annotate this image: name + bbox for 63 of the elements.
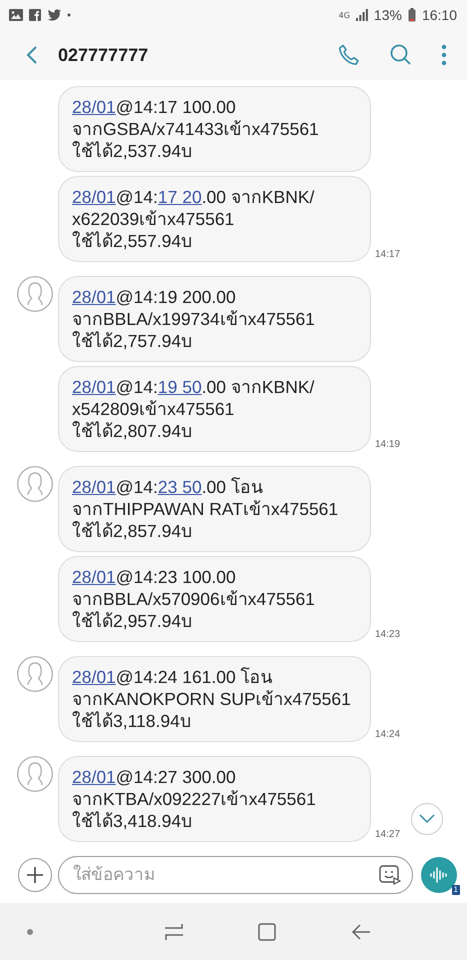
home-icon[interactable] — [258, 922, 276, 940]
dot-icon[interactable] — [26, 928, 34, 936]
message-time: 14:19 — [375, 439, 400, 450]
message-text: 28/01@14:17 20.00 จากKBNK/ x622039เข้าx475561 ใช้ได้2,557.94บ — [72, 186, 316, 252]
link[interactable]: 28/01 — [72, 287, 116, 307]
more-options-button[interactable] — [441, 44, 447, 66]
back-arrow-icon[interactable] — [350, 924, 371, 940]
message-text: 28/01@14:23 100.00 จากBBLA/x570906เข้าx475561 ใช้ได้2,957.94บ — [72, 566, 316, 632]
sound-wave-icon — [429, 865, 449, 885]
sticker-icon[interactable] — [379, 865, 401, 885]
battery-percent: 13% — [374, 7, 402, 23]
search-button[interactable] — [389, 43, 413, 67]
phone-button[interactable] — [337, 43, 361, 67]
link[interactable]: 23 50 — [158, 477, 202, 497]
link[interactable]: 28/01 — [72, 767, 116, 787]
message-bubble[interactable]: 28/01@14:23 50.00 โอน จากTHIPPAWAN RATเข้าx475561 ใช้ได้2,857.94บ — [58, 466, 371, 552]
link[interactable]: 28/01 — [72, 97, 116, 117]
dot-icon — [67, 13, 71, 17]
network-type: 4G — [338, 10, 350, 20]
message-bubble[interactable]: 28/01@14:24 161.00 โอน จากKANOKPORN SUPเข้าx475561 ใช้ได้3,118.94บ — [58, 656, 371, 742]
plus-icon — [26, 866, 44, 884]
message-bubble[interactable]: 28/01@14:17 20.00 จากKBNK/ x622039เข้าx475561 ใช้ได้2,557.94บ — [58, 176, 371, 262]
link[interactable]: 28/01 — [72, 567, 116, 587]
avatar-icon[interactable] — [17, 656, 53, 692]
avatar-icon[interactable] — [17, 466, 53, 502]
link[interactable]: 28/01 — [72, 377, 116, 397]
message-time: 14:17 — [375, 249, 400, 260]
avatar-icon[interactable] — [17, 276, 53, 312]
message-time: 14:23 — [375, 629, 400, 640]
chevron-down-icon — [419, 814, 435, 824]
facebook-icon — [29, 9, 41, 21]
message-text: 28/01@14:23 50.00 โอน จากTHIPPAWAN RATเข้าx475561 ใช้ได้2,857.94บ — [72, 476, 340, 542]
message-text: 28/01@14:24 161.00 โอน จากKANOKPORN SUPเข้าx475561 ใช้ได้3,118.94บ — [72, 666, 352, 732]
contact-number: 027777777 — [58, 44, 148, 66]
message-text: 28/01@14:19 50.00 จากKBNK/ x542809เข้าx475561 ใช้ได้2,807.94บ — [72, 376, 316, 442]
message-time: 14:24 — [375, 729, 400, 740]
message-bubble[interactable]: 28/01@14:17 100.00 จากGSBA/x741433เข้าx475561 ใช้ได้2,537.94บ — [58, 86, 371, 172]
message-bubble[interactable]: 28/01@14:23 100.00 จากBBLA/x570906เข้าx475561 ใช้ได้2,957.94บ — [58, 556, 371, 642]
link[interactable]: 28/01 — [72, 667, 116, 687]
battery-icon — [408, 8, 416, 22]
clock: 16:10 — [422, 7, 457, 23]
link[interactable]: 17 20 — [158, 187, 202, 207]
link[interactable]: 19 50 — [158, 377, 202, 397]
message-text: 28/01@14:27 300.00 จากKTBA/x092227เข้าx475561 ใช้ได้3,418.94บ — [72, 766, 317, 832]
avatar-icon[interactable] — [17, 756, 53, 792]
message-time: 14:27 — [375, 829, 400, 840]
scroll-down-button[interactable] — [411, 803, 443, 835]
message-input[interactable]: ใส่ข้อความ — [58, 856, 413, 894]
bird-icon — [47, 9, 61, 21]
signal-icon — [356, 9, 368, 21]
message-text: 28/01@14:17 100.00 จากGSBA/x741433เข้าx475561 ใช้ได้2,537.94บ — [72, 96, 320, 162]
gallery-icon — [9, 9, 23, 21]
message-bubble[interactable]: 28/01@14:27 300.00 จากKTBA/x092227เข้าx475561 ใช้ได้3,418.94บ — [58, 756, 371, 842]
message-bubble[interactable]: 28/01@14:19 50.00 จากKBNK/ x542809เข้าx475561 ใช้ได้2,807.94บ — [58, 366, 371, 452]
add-button[interactable] — [18, 858, 52, 892]
message-text: 28/01@14:19 200.00 จากBBLA/x199734เข้าx475561 ใช้ได้2,757.94บ — [72, 286, 316, 352]
recent-apps-icon[interactable] — [164, 922, 184, 940]
sim-badge: 1 — [452, 885, 460, 895]
back-button[interactable] — [26, 45, 38, 65]
link[interactable]: 28/01 — [72, 187, 116, 207]
message-bubble[interactable]: 28/01@14:19 200.00 จากBBLA/x199734เข้าx475561 ใช้ได้2,757.94บ — [58, 276, 371, 362]
voice-button[interactable]: 1 — [421, 857, 457, 893]
link[interactable]: 28/01 — [72, 477, 116, 497]
